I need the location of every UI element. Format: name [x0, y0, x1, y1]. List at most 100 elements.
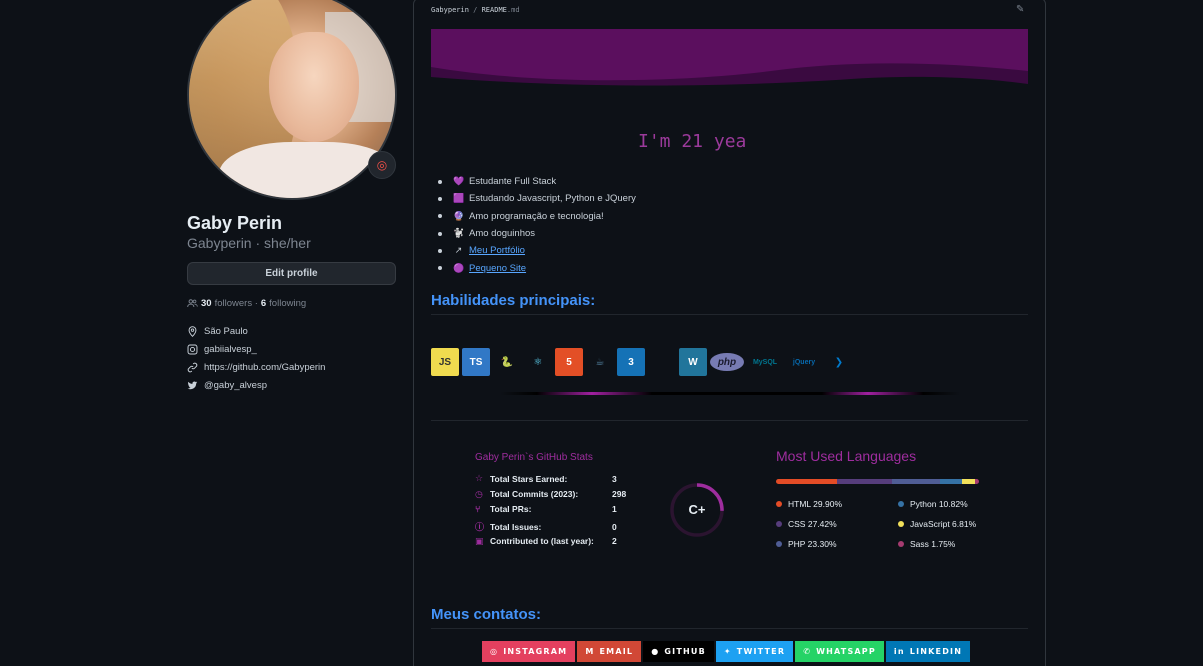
- language-label: HTML 29.90%: [788, 499, 843, 509]
- profile-username: Gabyperin · she/her: [187, 235, 311, 251]
- contact-badge-label: GITHUB: [664, 647, 706, 656]
- bullet-dot: [438, 179, 442, 184]
- contact-badge-label: EMAIL: [599, 647, 634, 656]
- bullet-emoji-icon: 🟣: [453, 262, 465, 273]
- follow-stats: 30 followers · 6 following: [187, 298, 306, 309]
- stat-row: ◷ Total Commits (2023): 298: [475, 489, 626, 500]
- link-icon: [187, 362, 198, 373]
- bullet-text: Amo programação e tecnologia!: [469, 210, 604, 222]
- following-count[interactable]: 6: [261, 298, 266, 309]
- contact-badge-label: LINKEDIN: [909, 647, 963, 656]
- location-text: São Paulo: [204, 326, 248, 337]
- avatar[interactable]: [187, 0, 397, 200]
- bullet-link[interactable]: Pequeno Site: [469, 263, 526, 274]
- bullet-text: Estudante Full Stack: [469, 176, 557, 188]
- stat-icon: ◷: [475, 488, 483, 499]
- language-legend-item: HTML 29.90%: [776, 499, 842, 509]
- stat-label: Total Issues:: [490, 521, 542, 532]
- language-dot: [898, 541, 904, 547]
- about-list-item[interactable]: ↗ Meu Portfólio: [438, 242, 636, 259]
- contact-badges: ◎ INSTAGRAM M EMAIL ● GITHUB ✦ TWITTER ✆ WHATSAPP…: [482, 641, 971, 662]
- stat-label: Contributed to (last year):: [490, 536, 594, 547]
- contact-badge-linkedin[interactable]: in LINKEDIN: [885, 641, 971, 662]
- instagram-icon: [187, 344, 198, 355]
- skill-icon: ⚛: [533, 356, 543, 368]
- bullet-dot: [438, 266, 442, 271]
- readme-container: [413, 0, 1046, 666]
- avatar-face: [269, 32, 359, 142]
- followers-count[interactable]: 30: [201, 298, 212, 309]
- readme-path: Gabyperin / README.md: [431, 6, 520, 14]
- language-dot: [776, 521, 782, 527]
- contact-badge-label: WHATSAPP: [816, 647, 876, 656]
- language-dot: [898, 501, 904, 507]
- readme-path-user[interactable]: Gabyperin: [431, 6, 469, 14]
- stats-card-title: Gaby Perin`s GitHub Stats: [475, 452, 593, 463]
- language-label: CSS 27.42%: [788, 519, 837, 529]
- contact-badge-whatsapp[interactable]: ✆ WHATSAPP: [795, 641, 884, 662]
- stat-label: Total Stars Earned:: [490, 473, 568, 484]
- twitter-handle[interactable]: @gaby_alvesp: [204, 380, 267, 391]
- twitter-icon: ✦: [723, 647, 732, 656]
- followers-label[interactable]: followers ·: [215, 298, 258, 309]
- contact-badge-instagram[interactable]: ◎ INSTAGRAM: [482, 641, 576, 662]
- stat-value: 2: [612, 536, 617, 547]
- stat-icon: ☆: [475, 473, 484, 483]
- edit-profile-button[interactable]: Edit profile: [187, 262, 396, 285]
- bullet-emoji-icon: ↗: [454, 245, 463, 256]
- stat-value: 1: [612, 504, 617, 515]
- people-icon: [187, 299, 198, 307]
- bullet-link[interactable]: Meu Portfólio: [469, 245, 525, 256]
- language-legend-item: JavaScript 6.81%: [898, 519, 976, 529]
- profile-name: Gaby Perin: [187, 213, 283, 233]
- website-row: https://github.com/Gabyperin: [187, 362, 325, 373]
- contact-badge-label: INSTAGRAM: [503, 647, 568, 656]
- about-list-item: 🔮 Amo programação e tecnologia!: [438, 208, 636, 225]
- stat-row: ⑂ Total PRs: 1: [475, 504, 617, 514]
- email-icon: M: [585, 647, 595, 656]
- contact-badge-github[interactable]: ● GITHUB: [643, 641, 714, 662]
- twitter-row: @gaby_alvesp: [187, 380, 267, 391]
- language-label: PHP 23.30%: [788, 539, 837, 549]
- contacts-divider: [431, 628, 1028, 629]
- language-bar-segment: [776, 479, 837, 484]
- bullet-emoji-icon: 🔮: [453, 210, 465, 221]
- language-bar-segment: [892, 479, 940, 484]
- language-dot: [776, 501, 782, 507]
- language-dot: [898, 521, 904, 527]
- bullet-dot: [438, 196, 442, 201]
- target-icon: ◎: [376, 158, 388, 172]
- language-bar-segment: [836, 479, 893, 484]
- website-link[interactable]: https://github.com/Gabyperin: [204, 362, 325, 373]
- bullet-emoji-icon: 💜: [453, 176, 465, 187]
- skills-heading: Habilidades principais:: [431, 292, 596, 309]
- bullet-emoji-icon: 🟪: [453, 193, 465, 204]
- contact-badge-twitter[interactable]: ✦ TWITTER: [715, 641, 794, 662]
- skill-icon: TS: [462, 348, 490, 376]
- location-row: São Paulo: [187, 326, 248, 337]
- bullet-dot: [438, 231, 442, 236]
- following-label[interactable]: following: [269, 298, 306, 309]
- contact-badge-label: TWITTER: [736, 647, 786, 656]
- instagram-row: gabiialvesp_: [187, 344, 257, 355]
- edit-readme-pencil-icon[interactable]: ✎: [1016, 4, 1024, 15]
- language-bar-segment: [939, 479, 962, 484]
- language-legend-item: PHP 23.30%: [776, 539, 837, 549]
- bullet-dot: [438, 248, 442, 253]
- readme-path-file: README: [481, 6, 507, 14]
- skill-icon: W: [679, 348, 707, 376]
- status-emoji-button[interactable]: ◎: [368, 151, 396, 179]
- skill-icon: MySQL: [752, 358, 778, 366]
- stat-icon: ▣: [475, 535, 484, 546]
- instagram-handle[interactable]: gabiialvesp_: [204, 344, 257, 355]
- location-icon: [188, 326, 197, 337]
- skill-icon: ❯: [834, 356, 844, 368]
- contacts-heading: Meus contatos:: [431, 606, 542, 623]
- skill-icon: jQuery: [792, 358, 816, 366]
- stat-icon: ⑂: [475, 504, 481, 515]
- bullet-dot: [438, 214, 442, 219]
- language-label: Python 10.82%: [910, 499, 968, 509]
- about-list-item: 🟪 Estudando Javascript, Python e JQuery: [438, 190, 636, 207]
- about-list-item[interactable]: 🟣 Pequeno Site: [438, 259, 636, 276]
- contact-badge-email[interactable]: M EMAIL: [577, 641, 642, 662]
